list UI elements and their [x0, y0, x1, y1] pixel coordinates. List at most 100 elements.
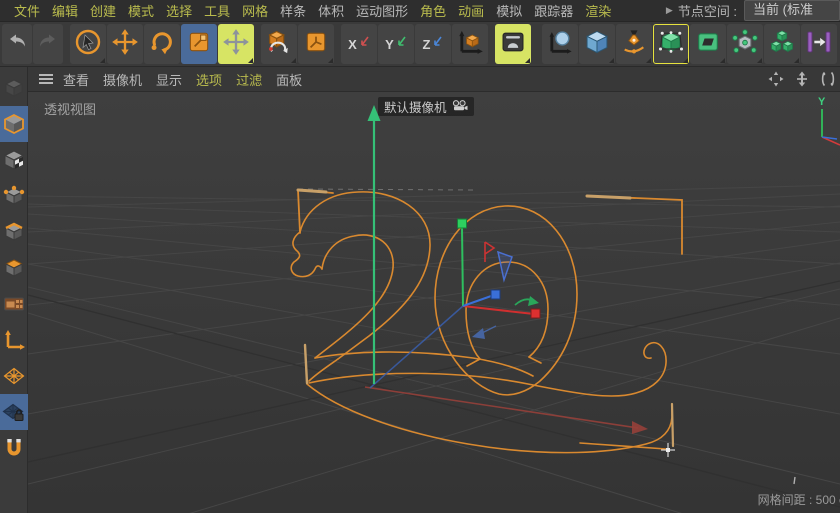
subdivision-surface-button[interactable] — [653, 24, 689, 64]
viewport-menubar: 查看 摄像机 显示 选项 过滤 面板 — [28, 67, 840, 92]
instance-button[interactable] — [801, 24, 837, 64]
render-view-icon — [499, 28, 527, 61]
array-icon — [768, 28, 796, 61]
array-button[interactable] — [764, 24, 800, 64]
make-editable-button[interactable] — [542, 24, 578, 64]
make-editable-icon — [546, 28, 574, 61]
live-selection-button[interactable] — [70, 24, 106, 64]
menu-mode[interactable]: 模式 — [122, 1, 160, 20]
texture-mode-button[interactable] — [0, 142, 28, 178]
move-icon — [111, 28, 139, 61]
gizmo-rotate-z-handle[interactable] — [496, 250, 513, 283]
gizmo-z-handle[interactable] — [490, 289, 501, 300]
viewport-menu-icon[interactable] — [36, 69, 56, 89]
digit2-inner — [314, 234, 394, 359]
floor-grid-axis-lines — [28, 280, 840, 508]
active-move-icon — [222, 28, 250, 61]
cloner-icon — [731, 28, 759, 61]
menu-animate[interactable]: 动画 — [452, 1, 490, 20]
cursor-tick — [793, 476, 796, 485]
lock-y-arrow-icon — [395, 35, 407, 53]
perspective-viewport[interactable]: 透视视图 默认摄像机 Y 网格间距 : 500 c — [28, 92, 840, 513]
lock-z-axis-button[interactable]: Z — [415, 24, 451, 64]
rotate-tool-button[interactable] — [144, 24, 180, 64]
menu-edit[interactable]: 编辑 — [46, 1, 84, 20]
edge-mode-button[interactable] — [0, 214, 28, 250]
menu-file[interactable]: 文件 — [8, 1, 46, 20]
lock-y-axis-button[interactable]: Y — [378, 24, 414, 64]
viewport-canvas[interactable] — [28, 92, 840, 513]
model-mode-button[interactable] — [0, 106, 28, 142]
swoosh-bottom-edge — [306, 383, 673, 454]
digit0-foot-left — [466, 358, 481, 367]
lock-z-label: Z — [422, 36, 431, 52]
dolly-view-icon[interactable] — [792, 69, 812, 89]
menu-create[interactable]: 创建 — [84, 1, 122, 20]
texture-mode-icon — [3, 150, 24, 170]
menu-volume[interactable]: 体积 — [312, 1, 350, 20]
menu-simulate[interactable]: 模拟 — [490, 1, 528, 20]
menu-select[interactable]: 选择 — [160, 1, 198, 20]
snap-mode-button[interactable] — [0, 430, 28, 466]
digit2-bottom-top-edge — [314, 351, 534, 377]
spline-pen-icon — [620, 28, 648, 61]
menu-tracker[interactable]: 跟踪器 — [528, 1, 579, 20]
vp-menu-options[interactable]: 选项 — [189, 70, 229, 89]
point-mode-button[interactable] — [0, 178, 28, 214]
scale-icon — [186, 29, 212, 60]
lock-workplane-mode-button[interactable] — [0, 394, 28, 430]
extrude-generator-button[interactable] — [690, 24, 726, 64]
tweak-rotate-button[interactable] — [261, 24, 297, 64]
cube-primitive-button[interactable] — [579, 24, 615, 64]
menu-spline[interactable]: 样条 — [274, 1, 312, 20]
move-gizmo[interactable] — [457, 218, 541, 319]
enable-axis-mode-button[interactable] — [0, 322, 28, 358]
coordinate-system-icon — [456, 28, 484, 61]
move-tool-button[interactable] — [107, 24, 143, 64]
scale-tool-button[interactable] — [181, 24, 217, 64]
pan-view-icon[interactable] — [766, 69, 786, 89]
polygon-mode-button[interactable] — [0, 250, 28, 286]
tweak-scale-button[interactable] — [298, 24, 334, 64]
live-selection-icon — [73, 27, 103, 62]
grid-spacing-label: 网格间距 : 500 c — [757, 493, 840, 507]
camera-hud[interactable]: 默认摄像机 — [378, 97, 474, 116]
instance-icon — [805, 28, 833, 61]
menu-mesh[interactable]: 网格 — [236, 1, 274, 20]
rotate-view-icon[interactable] — [818, 69, 838, 89]
vp-menu-panel[interactable]: 面板 — [269, 70, 309, 89]
main-menubar: 文件 编辑 创建 模式 选择 工具 网格 样条 体积 运动图形 角色 动画 模拟… — [0, 0, 840, 22]
gizmo-x-handle[interactable] — [530, 308, 541, 319]
menu-character[interactable]: 角色 — [414, 1, 452, 20]
make-editable-mode-button[interactable] — [0, 70, 28, 106]
spline-logo-2021[interactable] — [290, 189, 683, 454]
vp-menu-view[interactable]: 查看 — [56, 70, 96, 89]
menu-render[interactable]: 渲染 — [579, 1, 617, 20]
lock-y-label: Y — [385, 36, 394, 52]
spline-pen-button[interactable] — [616, 24, 652, 64]
lock-workplane-mode-icon — [1, 403, 24, 421]
lock-x-axis-button[interactable]: X — [341, 24, 377, 64]
workplane-mode-button[interactable] — [0, 358, 28, 394]
uv-mode-button[interactable] — [0, 286, 28, 322]
cloner-button[interactable] — [727, 24, 763, 64]
camera-icon — [452, 99, 468, 114]
gizmo-rotate-x-handle[interactable] — [484, 241, 496, 262]
menu-mograph[interactable]: 运动图形 — [350, 1, 414, 20]
active-move-tool-button[interactable] — [218, 24, 254, 64]
node-space-select[interactable]: 当前 (标准 — [744, 0, 840, 21]
redo-button[interactable] — [33, 24, 63, 64]
vp-menu-filter[interactable]: 过滤 — [229, 70, 269, 89]
vp-menu-camera[interactable]: 摄像机 — [96, 70, 149, 89]
selected-spline-segments[interactable] — [296, 188, 675, 448]
coordinate-system-button[interactable] — [452, 24, 488, 64]
gizmo-rotate-y-handle[interactable] — [514, 296, 539, 306]
polygon-mode-icon — [4, 259, 23, 277]
axis-orientation-indicator: Y — [818, 96, 840, 146]
render-view-button[interactable] — [495, 24, 531, 64]
vp-menu-display[interactable]: 显示 — [149, 70, 189, 89]
view-label[interactable]: 透视视图 — [44, 99, 96, 118]
gizmo-y-handle[interactable] — [457, 218, 467, 229]
undo-button[interactable] — [2, 24, 32, 64]
menu-tools[interactable]: 工具 — [198, 1, 236, 20]
